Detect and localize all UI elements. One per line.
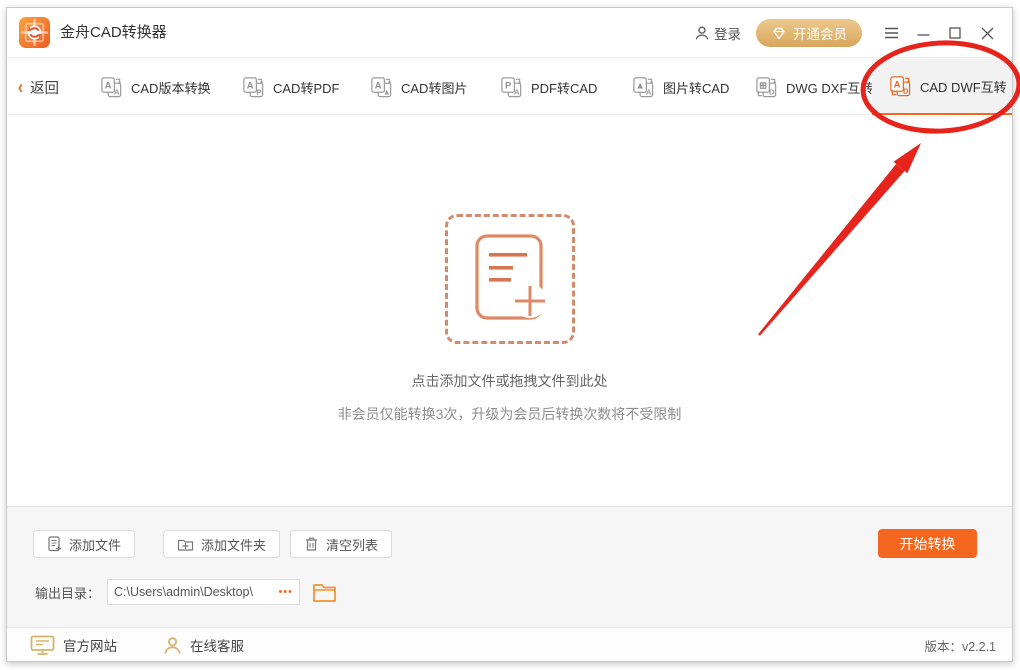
add-folder-button[interactable]: 添加文件夹 [163,530,281,558]
clear-list-button[interactable]: 清空列表 [290,530,393,558]
title-bar: 金舟CAD转换器 登录 开通会员 [7,8,1012,58]
vip-label: 开通会员 [793,27,847,42]
cad-to-image-icon: ▲ A [371,76,392,97]
svg-text:A: A [894,79,901,90]
add-document-icon [475,234,547,320]
add-file-label: 添加文件 [69,537,122,553]
cad-dwf-convert-icon: D A [890,75,911,96]
online-support-label: 在线客服 [190,639,244,654]
clear-list-label: 清空列表 [326,537,379,553]
start-convert-button[interactable]: 开始转换 [878,529,977,558]
menu-icon [884,27,898,39]
output-directory-row: 输出目录： C:\Users\admin\Desktop\ ••• [35,579,337,605]
pdf-to-cad-icon: A P [501,76,522,97]
browse-more-button[interactable]: ••• [274,586,293,598]
screen: 金舟CAD转换器 登录 开通会员 ‹ 返回 A A CAD版本转换 P A CA… [0,0,1020,670]
file-plus-icon [48,536,61,552]
tab-bar: ‹ 返回 A A CAD版本转换 P A CAD转PDF ▲ A CAD转图片 … [7,59,1012,115]
tab-cad-to-pdf[interactable]: P A CAD转PDF [242,59,339,115]
output-path-value: C:\Users\admin\Desktop\ [114,585,253,599]
svg-text:A: A [247,80,254,91]
folder-icon [313,583,336,602]
app-title: 金舟CAD转换器 [60,24,167,41]
tab-cad-dwf-convert[interactable]: D A CAD DWF互转 [872,59,1012,115]
window-close-button[interactable] [974,8,1000,58]
tab-label: CAD版本转换 [131,80,211,96]
back-button[interactable]: ‹ 返回 [18,59,59,115]
app-logo-icon [18,16,51,49]
official-website-label: 官方网站 [63,639,117,654]
image-to-cad-icon: A ▲ [633,76,654,97]
login-button[interactable]: 登录 [694,23,741,43]
tab-label: PDF转CAD [531,80,598,96]
dropzone-hint: 点击添加文件或拖拽文件到此处 [411,373,608,389]
maximize-icon [949,27,961,39]
output-path-field[interactable]: C:\Users\admin\Desktop\ ••• [107,579,301,605]
dwg-dxf-convert-icon: D ⊞ [756,76,777,97]
tab-label: 图片转CAD [663,80,730,96]
output-directory-label: 输出目录： [35,585,101,601]
svg-text:A: A [105,80,112,91]
version-label: 版本：v2.2.1 [924,639,996,654]
add-file-button[interactable]: 添加文件 [33,530,136,558]
window-maximize-button[interactable] [942,8,968,58]
person-icon [164,636,181,654]
tab-label: CAD转图片 [401,80,468,96]
login-label: 登录 [714,27,741,42]
add-folder-label: 添加文件夹 [201,537,267,553]
chevron-left-icon: ‹ [18,75,23,99]
tab-cad-version-convert[interactable]: A A CAD版本转换 [100,59,210,115]
minimize-icon [917,34,929,36]
vip-button[interactable]: 开通会员 [756,19,862,47]
close-icon [981,27,993,39]
svg-text:⊞: ⊞ [759,80,767,91]
footer-bar: 官方网站 在线客服 版本：v2.2.1 [7,627,1012,661]
tab-cad-to-image[interactable]: ▲ A CAD转图片 [370,59,467,115]
vip-diamond-icon [773,27,785,39]
official-website-link[interactable]: 官方网站 [30,628,117,662]
cad-version-convert-icon: A A [101,76,122,97]
file-list-area: 点击添加文件或拖拽文件到此处 非会员仅能转换3次，升级为会员后转换次数将不受限制 [7,116,1012,506]
membership-note: 非会员仅能转换3次，升级为会员后转换次数将不受限制 [337,406,682,422]
add-file-dropzone[interactable] [445,214,575,344]
tab-label: CAD转PDF [273,80,340,96]
cad-to-pdf-icon: P A [243,76,264,97]
user-icon [695,26,709,40]
tab-dwg-dxf-convert[interactable]: D ⊞ DWG DXF互转 [755,59,873,115]
svg-text:▲: ▲ [635,80,644,91]
window-menu-button[interactable] [878,8,904,58]
monitor-icon [30,635,55,655]
tab-pdf-to-cad[interactable]: A P PDF转CAD [500,59,597,115]
app-window: 金舟CAD转换器 登录 开通会员 ‹ 返回 A A CAD版本转换 P A CA… [6,7,1013,662]
folder-plus-icon [177,539,194,551]
back-label: 返回 [30,80,59,97]
svg-text:A: A [375,80,382,91]
bottom-panel: 添加文件 添加文件夹 清空列表 开始转换 输出目录： C:\Users\admi… [7,506,1012,627]
trash-icon [306,537,317,551]
open-folder-button[interactable] [312,582,337,603]
window-minimize-button[interactable] [910,8,936,58]
svg-text:P: P [505,80,512,91]
tab-label: CAD DWF互转 [920,79,1007,95]
tab-image-to-cad[interactable]: A ▲ 图片转CAD [632,59,729,115]
tab-label: DWG DXF互转 [786,80,874,96]
online-support-link[interactable]: 在线客服 [163,628,244,662]
